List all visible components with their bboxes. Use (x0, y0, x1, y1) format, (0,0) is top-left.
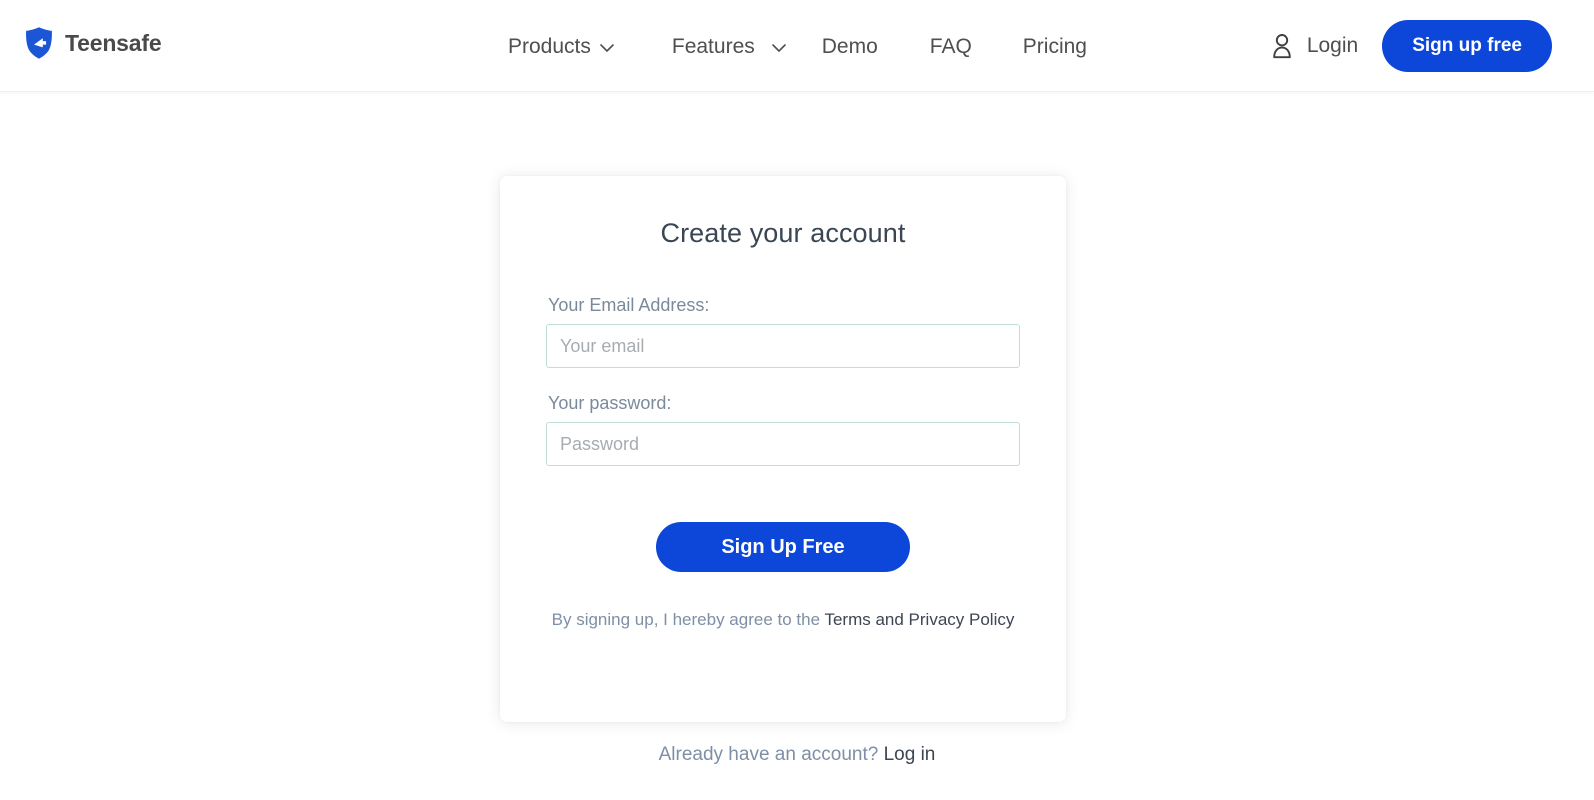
existing-account-text: Already have an account? (658, 744, 884, 765)
site-header: Teensafe Products Features Demo FAQ Pric… (0, 0, 1594, 92)
user-icon (1270, 33, 1294, 59)
nav-label-features: Features (671, 34, 755, 58)
chevron-down-icon (771, 43, 786, 53)
header-actions: Login Sign up free (1270, 0, 1552, 92)
page-main: Create your account Your Email Address: … (0, 92, 1594, 800)
email-field-group: Your Email Address: (546, 295, 1020, 368)
main-navigation: Products Features Demo FAQ Pricing (508, 0, 1087, 92)
email-field-label: Your Email Address: (548, 295, 710, 315)
nav-label-products: Products (508, 34, 591, 58)
existing-account-prompt: Already have an account? Log in (0, 744, 1594, 766)
page-title: Create your account (660, 218, 906, 248)
login-link[interactable]: Login (1270, 33, 1358, 59)
log-in-link[interactable]: Log in (884, 744, 936, 765)
nav-label-pricing: Pricing (1022, 34, 1087, 58)
signup-free-button[interactable]: Sign up free (1382, 20, 1552, 72)
signup-form: Your Email Address: Your password: Sign … (500, 295, 1066, 572)
terms-prefix: By signing up, I hereby agree to the (551, 610, 825, 629)
nav-label-faq: FAQ (929, 34, 972, 58)
login-label: Login (1306, 34, 1359, 57)
sign-up-free-submit-button[interactable]: Sign Up Free (656, 522, 910, 572)
nav-item-products[interactable]: Products (508, 36, 614, 57)
password-field-group: Your password: (546, 393, 1020, 466)
nav-item-faq[interactable]: FAQ (930, 36, 972, 57)
brand-logo-link[interactable]: Teensafe (24, 26, 162, 60)
password-field-label: Your password: (548, 393, 672, 413)
submit-row: Sign Up Free (546, 522, 1020, 572)
terms-agreement-text: By signing up, I hereby agree to the Ter… (500, 607, 1066, 633)
terms-and-privacy-link[interactable]: Terms and Privacy Policy (824, 610, 1014, 629)
nav-item-features[interactable]: Features (672, 36, 786, 57)
email-input[interactable] (546, 324, 1020, 368)
nav-item-pricing[interactable]: Pricing (1023, 36, 1087, 57)
shield-icon (24, 26, 54, 60)
signup-card: Create your account Your Email Address: … (500, 176, 1066, 722)
nav-item-demo[interactable]: Demo (822, 36, 878, 57)
password-input[interactable] (546, 422, 1020, 466)
nav-label-demo: Demo (821, 34, 878, 58)
chevron-down-icon (600, 43, 614, 53)
brand-name: Teensafe (65, 29, 162, 56)
